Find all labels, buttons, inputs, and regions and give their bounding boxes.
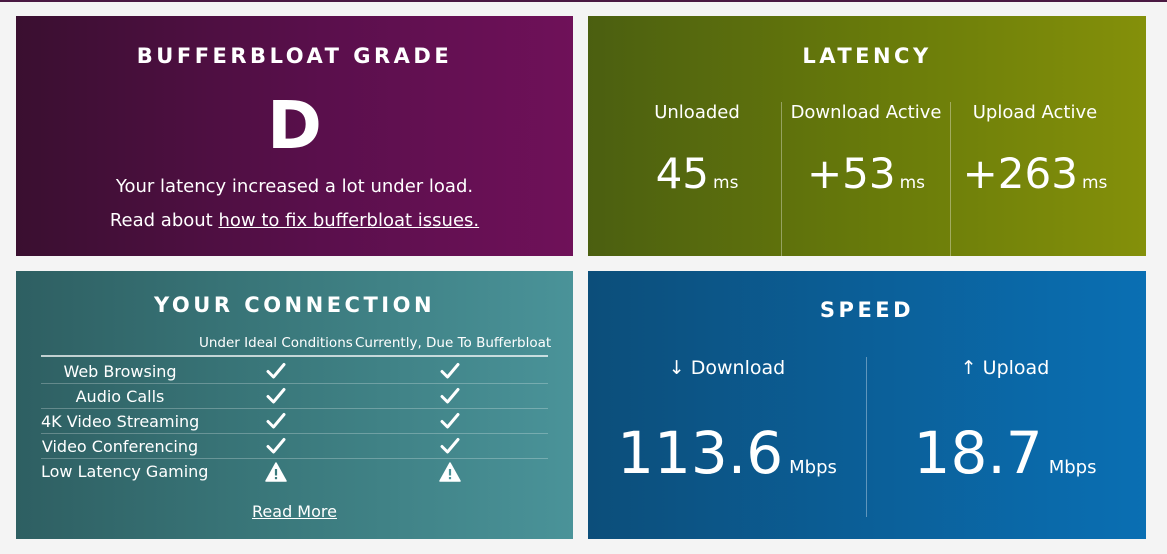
upload-value: 18.7 Mbps — [866, 419, 1144, 487]
latency-number: +53 — [806, 149, 896, 198]
row-label: Low Latency Gaming — [41, 462, 209, 481]
latency-value: +263 ms — [950, 149, 1120, 198]
table-row: Web Browsing — [41, 359, 548, 384]
download-number: 113.6 — [617, 419, 784, 487]
latency-label: Download Active — [790, 102, 942, 123]
latency-label: Unloaded — [654, 102, 740, 123]
check-icon — [265, 437, 287, 455]
download-speed: ↓ Download 113.6 Mbps — [588, 357, 866, 487]
row-label: 4K Video Streaming — [41, 412, 200, 431]
row-label: Web Browsing — [63, 362, 177, 381]
table-row: Video Conferencing — [41, 434, 548, 459]
bufferbloat-grade-card: BUFFERBLOAT GRADE D Your latency increas… — [16, 16, 573, 256]
latency-value: 45 ms — [612, 149, 782, 198]
check-icon — [439, 437, 461, 455]
speed-title: SPEED — [819, 298, 915, 322]
grade-letter: D — [267, 87, 322, 164]
read-about-prefix: Read about — [109, 210, 219, 231]
top-border — [0, 0, 1167, 2]
download-unit: Mbps — [789, 457, 837, 478]
latency-value: +53 ms — [781, 149, 951, 198]
latency-number: 45 — [655, 149, 710, 198]
read-more-link[interactable]: Read More — [16, 502, 573, 521]
table-row: Audio Calls — [41, 384, 548, 409]
check-icon — [265, 387, 287, 405]
latency-title: LATENCY — [802, 44, 932, 68]
check-icon — [439, 387, 461, 405]
warning-icon — [265, 462, 287, 482]
upload-speed: ↑ Upload 18.7 Mbps — [866, 357, 1144, 487]
grade-read-about: Read about how to fix bufferbloat issues… — [16, 210, 573, 231]
check-icon — [265, 362, 287, 380]
latency-upload-active: Upload Active +263 ms — [950, 102, 1120, 198]
latency-unit: ms — [899, 173, 926, 193]
latency-number: +263 — [962, 149, 1078, 198]
column-header-ideal: Under Ideal Conditions — [199, 335, 353, 351]
row-label: Audio Calls — [75, 387, 165, 406]
download-value: 113.6 Mbps — [588, 419, 866, 487]
your-connection-card: YOUR CONNECTION Under Ideal Conditions C… — [16, 271, 573, 539]
latency-card: LATENCY Unloaded 45 ms Download Active +5… — [588, 16, 1146, 256]
grade-title: BUFFERBLOAT GRADE — [136, 44, 453, 68]
row-label: Video Conferencing — [41, 437, 199, 456]
table-header-rule — [41, 355, 548, 357]
download-label: ↓ Download — [668, 357, 786, 379]
table-row: Low Latency Gaming — [41, 459, 548, 484]
check-icon — [265, 412, 287, 430]
upload-label: ↑ Upload — [960, 357, 1050, 379]
column-header-current: Currently, Due To Bufferbloat — [355, 335, 552, 351]
upload-unit: Mbps — [1048, 457, 1097, 478]
latency-label: Upload Active — [972, 102, 1098, 123]
check-icon — [439, 412, 461, 430]
fix-bufferbloat-link[interactable]: how to fix bufferbloat issues. — [218, 210, 479, 231]
upload-number: 18.7 — [913, 419, 1043, 487]
latency-unit: ms — [713, 173, 739, 193]
grade-message: Your latency increased a lot under load. — [115, 176, 474, 197]
latency-unloaded: Unloaded 45 ms — [612, 102, 782, 198]
speed-card: SPEED ↓ Download 113.6 Mbps ↑ Upload 18.7… — [588, 271, 1146, 539]
table-row: 4K Video Streaming — [41, 409, 548, 434]
latency-unit: ms — [1081, 173, 1108, 193]
connection-title: YOUR CONNECTION — [153, 293, 436, 317]
warning-icon — [439, 462, 461, 482]
check-icon — [439, 362, 461, 380]
latency-download-active: Download Active +53 ms — [781, 102, 951, 198]
